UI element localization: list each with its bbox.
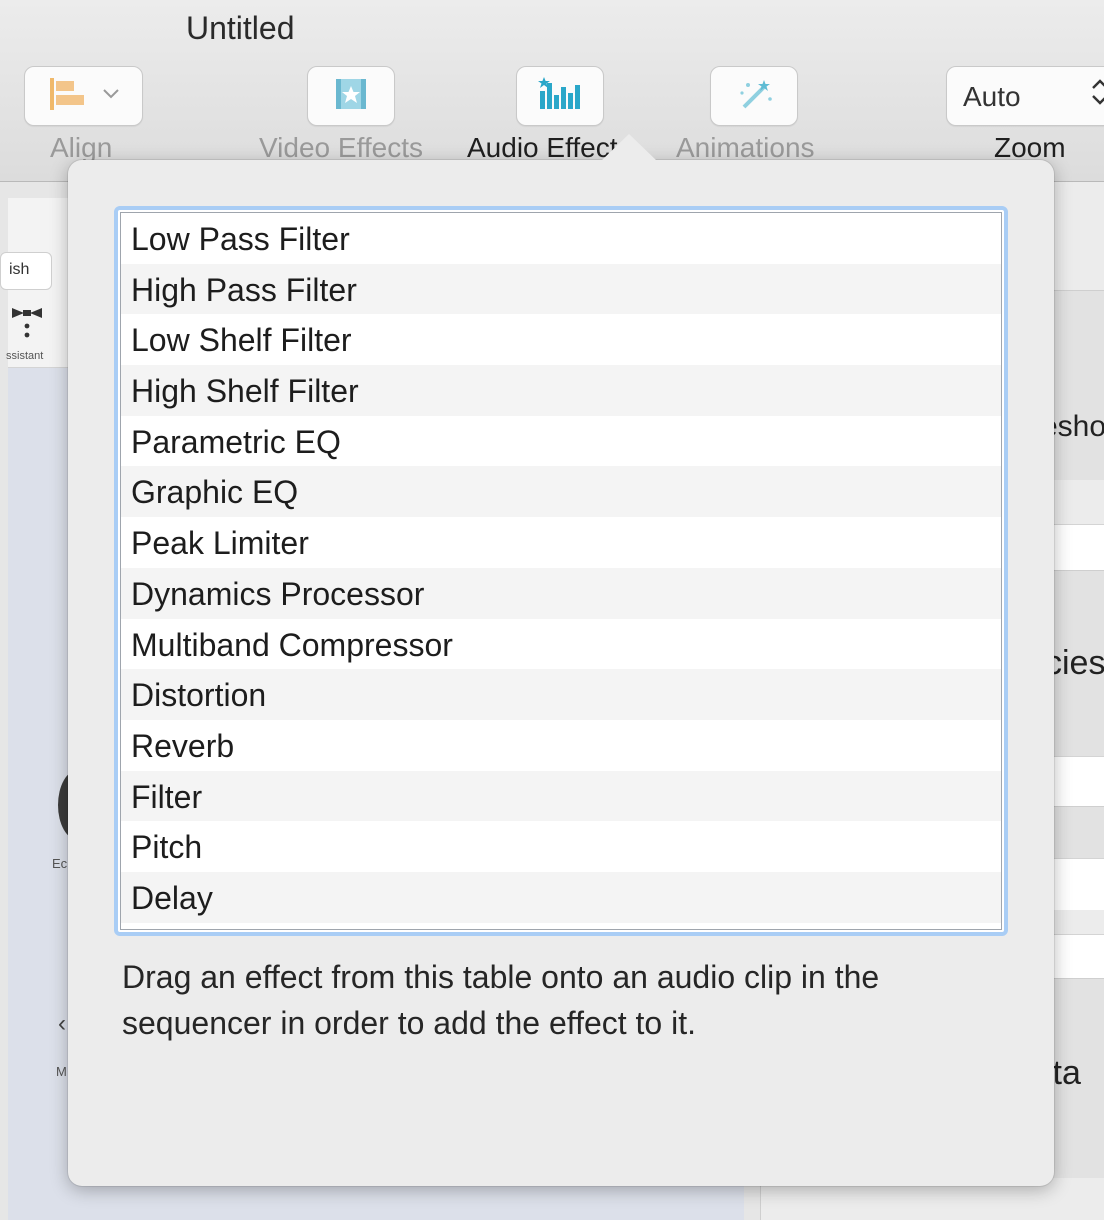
chevron-left-icon[interactable]: ‹: [58, 1010, 66, 1038]
popover-arrow: [601, 134, 657, 161]
align-button[interactable]: [24, 66, 143, 126]
effect-row-low-pass-filter[interactable]: Low Pass Filter: [121, 213, 1001, 264]
effect-row-parametric-eq[interactable]: Parametric EQ: [121, 416, 1001, 467]
audio-effects-popover: Low Pass Filter High Pass Filter Low She…: [68, 134, 1054, 1186]
left-label-e: Ec: [52, 856, 68, 871]
video-effects-button[interactable]: [307, 66, 395, 126]
toolbar: Untitled Align Video Effects Audio Effec…: [0, 0, 1104, 182]
stepper-arrows-icon: [1089, 75, 1104, 117]
assistant-icon[interactable]: [10, 304, 44, 346]
left-label-m: M: [56, 1064, 67, 1079]
video-effects-icon: [334, 77, 368, 116]
effect-row-pitch[interactable]: Pitch: [121, 821, 1001, 872]
animations-button[interactable]: [710, 66, 798, 126]
effect-row-low-shelf-filter[interactable]: Low Shelf Filter: [121, 314, 1001, 365]
assistant-label: ssistant: [6, 350, 44, 362]
effect-row-graphic-eq[interactable]: Graphic EQ: [121, 466, 1001, 518]
effect-row-multiband-compressor[interactable]: Multiband Compressor: [121, 619, 1001, 670]
effect-row-dynamics-processor[interactable]: Dynamics Processor: [121, 567, 1001, 619]
zoom-value: Auto: [963, 81, 1021, 112]
zoom-select[interactable]: Auto: [946, 66, 1104, 126]
effect-row-distortion[interactable]: Distortion: [121, 669, 1001, 720]
effect-row-high-pass-filter[interactable]: High Pass Filter: [121, 263, 1001, 315]
align-icon: [48, 77, 88, 116]
window-title: Untitled: [186, 10, 295, 46]
effect-row-filter[interactable]: Filter: [121, 770, 1001, 822]
animations-wand-icon: [734, 77, 774, 116]
effects-table[interactable]: Low Pass Filter High Pass Filter Low She…: [114, 206, 1008, 936]
effect-row-delay[interactable]: Delay: [121, 871, 1001, 923]
effect-row-high-shelf-filter[interactable]: High Shelf Filter: [121, 365, 1001, 416]
chevron-down-icon: [102, 87, 120, 105]
drag-hint-text: Drag an effect from this table onto an a…: [122, 959, 880, 1041]
effect-row-peak-limiter[interactable]: Peak Limiter: [121, 517, 1001, 568]
effects-list: Low Pass Filter High Pass Filter Low She…: [120, 212, 1002, 930]
effect-row-reverb[interactable]: Reverb: [121, 720, 1001, 771]
audio-effects-icon: [538, 76, 582, 116]
audio-effects-button[interactable]: [516, 66, 604, 126]
finish-button[interactable]: ish: [0, 252, 52, 290]
